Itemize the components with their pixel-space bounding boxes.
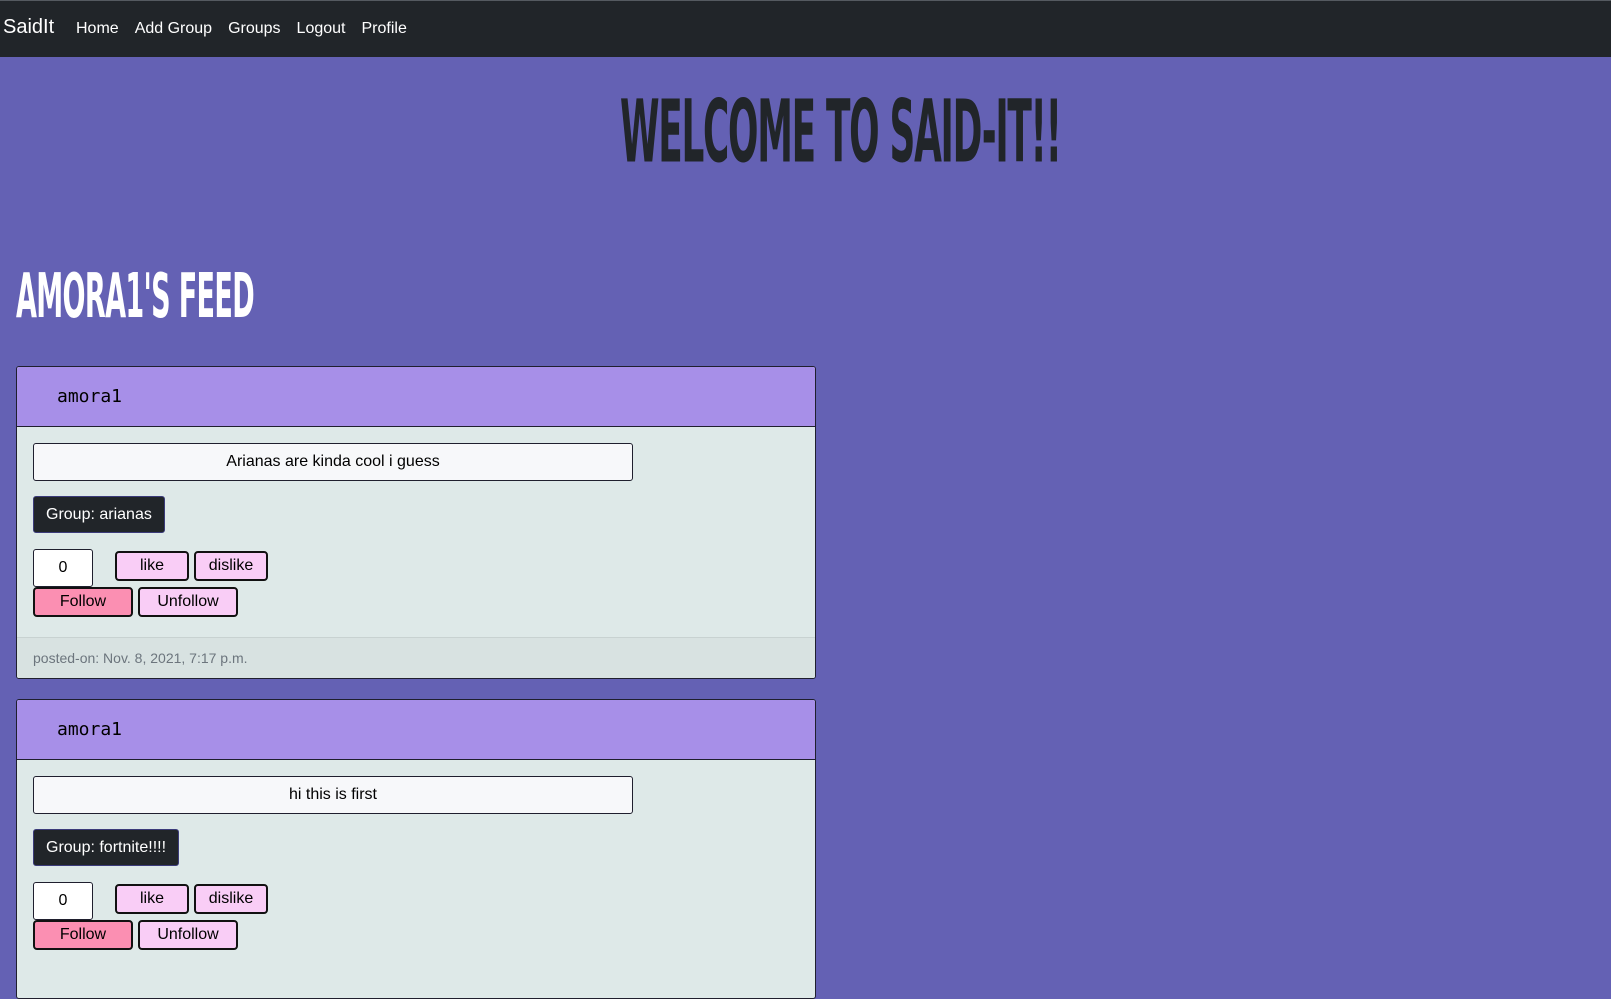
dislike-button[interactable]: dislike bbox=[194, 551, 268, 581]
nav-link-groups[interactable]: Groups bbox=[228, 20, 280, 38]
welcome-heading: Welcome to Said-It!! bbox=[620, 82, 1062, 183]
nav-link-add-group[interactable]: Add Group bbox=[135, 20, 212, 38]
feed-heading: amora1's feed bbox=[16, 260, 255, 332]
post-card-body: hi this is first Group: fortnite!!!! 0 l… bbox=[17, 760, 815, 970]
post-author: amora1 bbox=[57, 719, 123, 740]
nav-link-logout[interactable]: Logout bbox=[297, 20, 346, 38]
top-navbar: SaidIt Home Add Group Groups Logout Prof… bbox=[0, 0, 1611, 57]
post-card-body: Arianas are kinda cool i guess Group: ar… bbox=[17, 427, 815, 637]
follow-button[interactable]: Follow bbox=[33, 587, 133, 617]
posted-on-timestamp: posted-on: Nov. 8, 2021, 7:17 p.m. bbox=[33, 650, 248, 666]
nav-link-profile[interactable]: Profile bbox=[361, 20, 406, 38]
follow-button[interactable]: Follow bbox=[33, 920, 133, 950]
like-button[interactable]: like bbox=[115, 551, 189, 581]
like-button[interactable]: like bbox=[115, 884, 189, 914]
brand-logo[interactable]: SaidIt bbox=[3, 16, 54, 39]
like-count: 0 bbox=[33, 882, 93, 920]
nav-link-home[interactable]: Home bbox=[76, 20, 119, 38]
post-card: amora1 Arianas are kinda cool i guess Gr… bbox=[16, 366, 816, 679]
unfollow-button[interactable]: Unfollow bbox=[138, 920, 238, 950]
post-text: hi this is first bbox=[33, 776, 633, 814]
dislike-button[interactable]: dislike bbox=[194, 884, 268, 914]
post-card: amora1 hi this is first Group: fortnite!… bbox=[16, 699, 816, 999]
post-card-header: amora1 bbox=[17, 367, 815, 427]
group-badge[interactable]: Group: fortnite!!!! bbox=[33, 829, 180, 866]
post-card-footer: posted-on: Nov. 8, 2021, 7:17 p.m. bbox=[17, 637, 815, 678]
post-author: amora1 bbox=[57, 386, 123, 407]
nav-links: Home Add Group Groups Logout Profile bbox=[76, 20, 423, 38]
post-card-header: amora1 bbox=[17, 700, 815, 760]
unfollow-button[interactable]: Unfollow bbox=[138, 587, 238, 617]
group-badge[interactable]: Group: arianas bbox=[33, 496, 165, 533]
like-count: 0 bbox=[33, 549, 93, 587]
post-text: Arianas are kinda cool i guess bbox=[33, 443, 633, 481]
